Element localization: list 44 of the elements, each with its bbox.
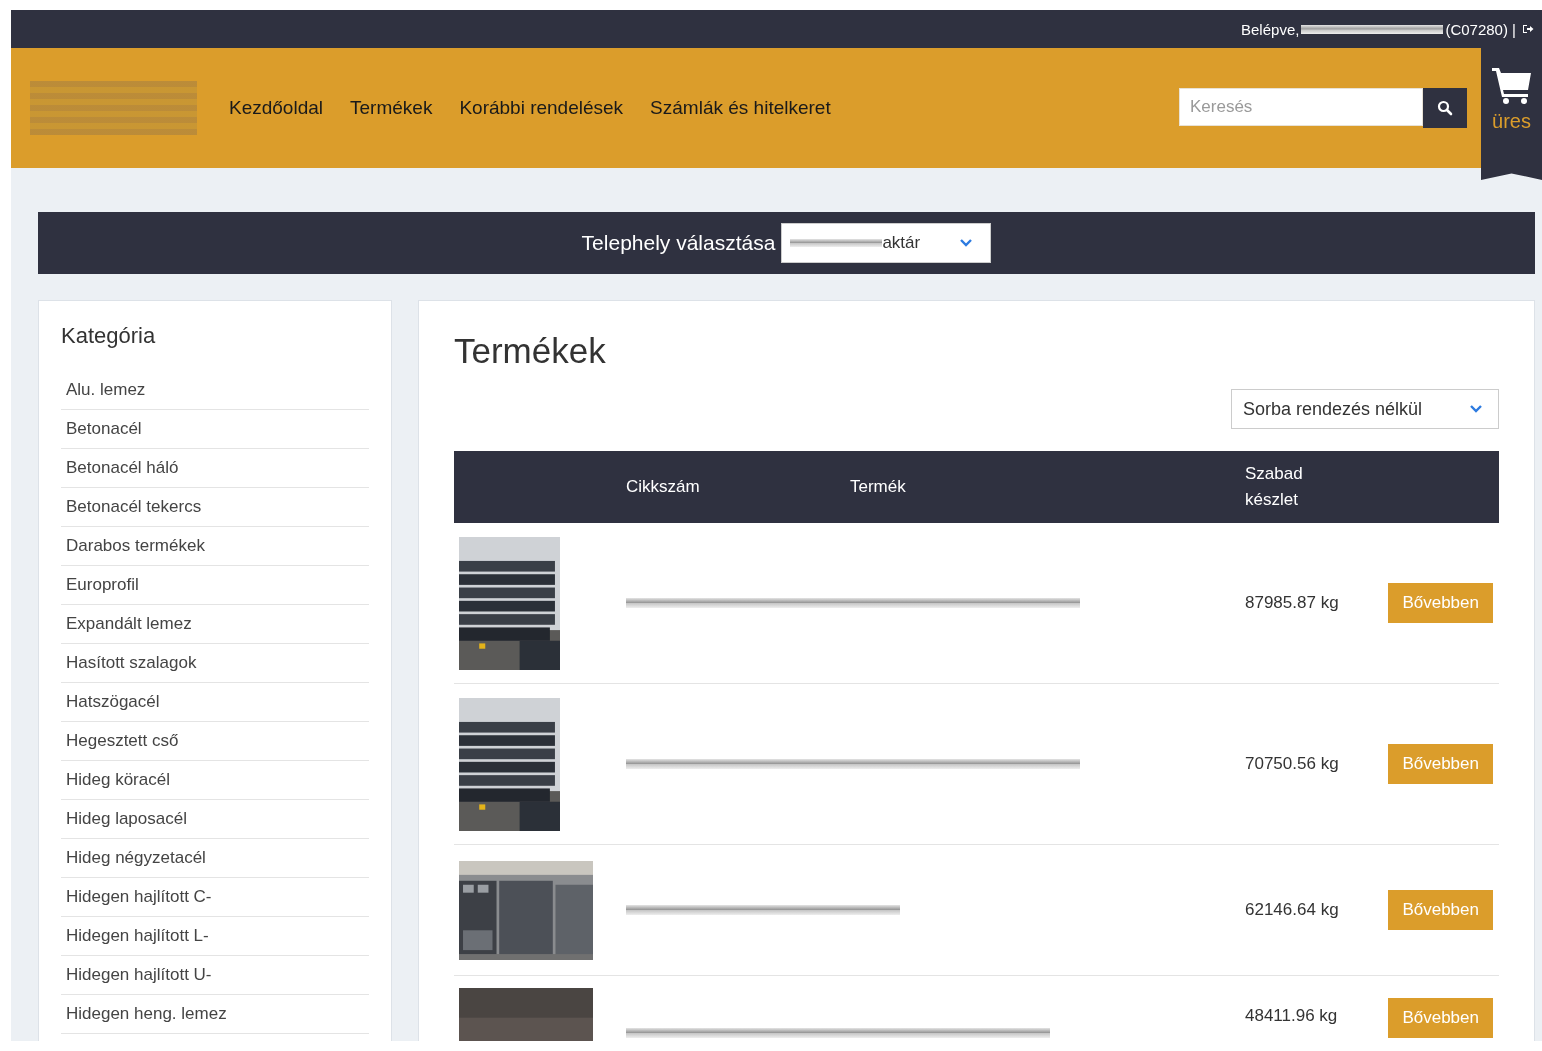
category-item[interactable]: Expandált lemez bbox=[61, 605, 369, 644]
category-title: Kategória bbox=[61, 323, 157, 349]
logout-icon[interactable] bbox=[1522, 24, 1534, 34]
sort-select[interactable]: Sorba rendezés nélkül bbox=[1231, 389, 1499, 429]
stock-amount: 70750.56 kg bbox=[1245, 754, 1339, 773]
category-item[interactable]: Hegesztett cső bbox=[61, 722, 369, 761]
category-item[interactable]: Hidegen heng. lemez bbox=[61, 995, 369, 1034]
chevron-down-icon bbox=[1470, 405, 1482, 413]
nav-link[interactable]: Számlák és hitelkeret bbox=[650, 97, 831, 119]
category-item[interactable]: Hidegen hajlított U- bbox=[61, 956, 369, 995]
category-item[interactable]: Hideg négyzetacél bbox=[61, 839, 369, 878]
search-icon bbox=[1437, 100, 1453, 116]
cart-status: üres bbox=[1492, 110, 1531, 133]
location-label: Telephely választása bbox=[581, 231, 776, 255]
category-item[interactable]: Europrofil bbox=[61, 566, 369, 605]
column-header: Termék bbox=[850, 477, 906, 496]
stock-amount: 48411.96 kg bbox=[1245, 1006, 1338, 1025]
nav-link[interactable]: Korábbi rendelések bbox=[459, 97, 624, 119]
login-label: Belépve, bbox=[1241, 20, 1300, 38]
customer-code: (C07280) | bbox=[1445, 20, 1516, 38]
column-header: Szabad készlet bbox=[1245, 463, 1304, 511]
search-button[interactable] bbox=[1423, 88, 1467, 128]
category-item[interactable]: Darabos termékek bbox=[61, 527, 369, 566]
chevron-down-icon bbox=[960, 239, 973, 247]
stock-amount: 87985.87 kg bbox=[1245, 593, 1339, 612]
category-item[interactable]: Hideg laposacél bbox=[61, 800, 369, 839]
nav-link[interactable]: Termékek bbox=[350, 97, 433, 119]
category-item[interactable]: Hidegen hajlított L- bbox=[61, 917, 369, 956]
category-item[interactable]: Betonacél háló bbox=[61, 449, 369, 488]
cart-icon bbox=[1491, 66, 1532, 104]
category-item[interactable]: Alu. lemez bbox=[61, 371, 369, 410]
cart-panel[interactable]: üres bbox=[1481, 48, 1542, 180]
page-title: Termékek bbox=[454, 331, 607, 371]
category-item[interactable]: Hasított szalagok bbox=[61, 644, 369, 683]
category-item[interactable]: Betonacél tekercs bbox=[61, 488, 369, 527]
category-item[interactable]: Hatszögacél bbox=[61, 683, 369, 722]
search-field[interactable]: Keresés bbox=[1179, 88, 1423, 126]
category-item[interactable]: Hidegen hajlított C- bbox=[61, 878, 369, 917]
location-select[interactable]: aktár bbox=[781, 223, 992, 263]
category-item[interactable]: Betonacél bbox=[61, 410, 369, 449]
nav-link[interactable]: Kezdőoldal bbox=[229, 97, 324, 119]
category-item[interactable]: Hideg köracél bbox=[61, 761, 369, 800]
column-header: Cikkszám bbox=[626, 477, 700, 496]
stock-amount: 62146.64 kg bbox=[1245, 900, 1339, 919]
